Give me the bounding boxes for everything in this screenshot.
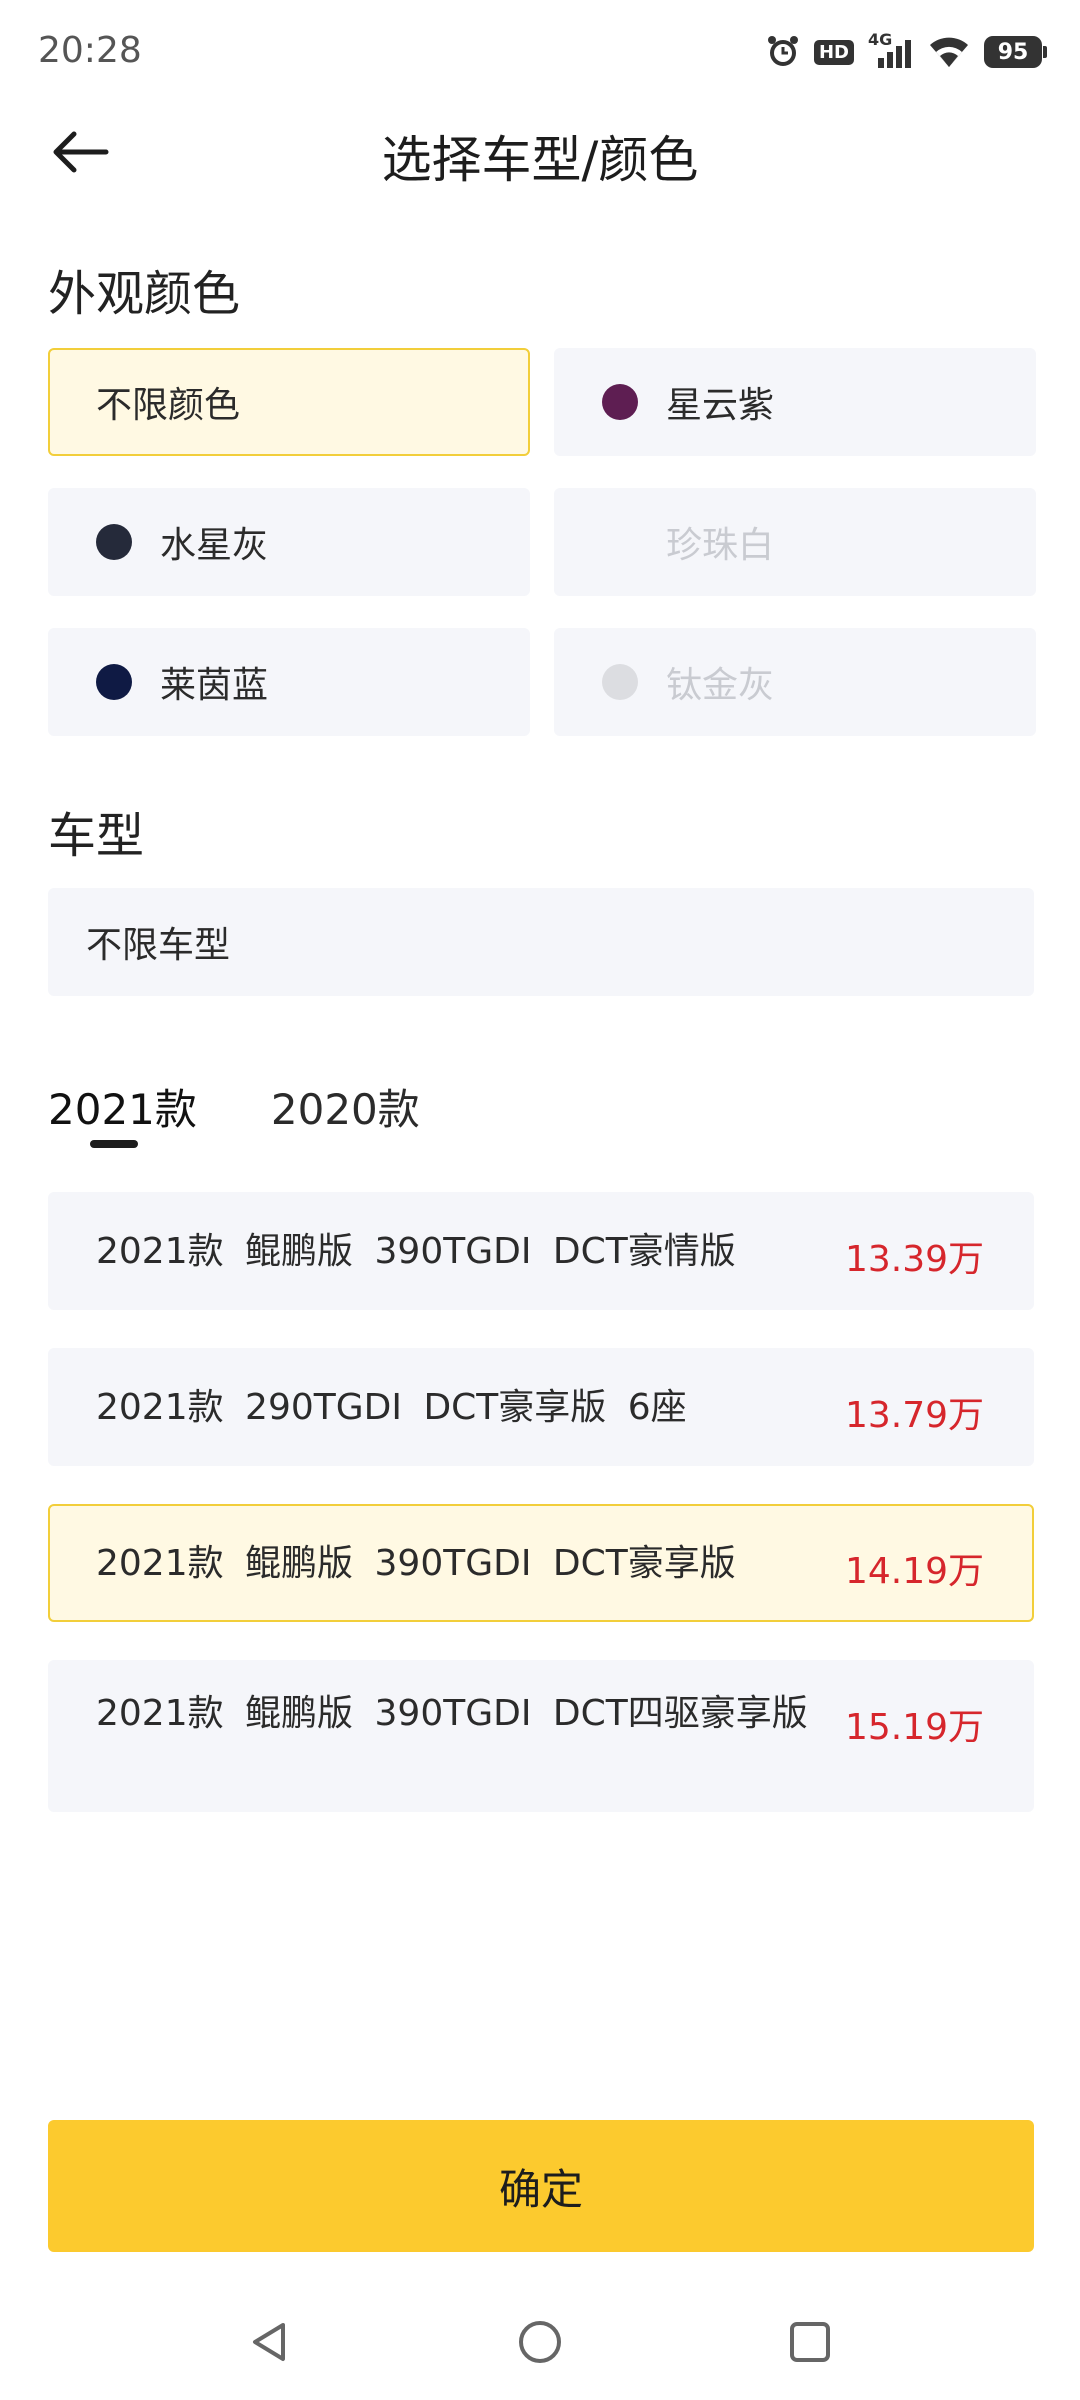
color-grid: 不限颜色 星云紫水星灰 珍珠白莱茵蓝 钛金灰	[48, 348, 1036, 736]
color-option-label: 不限颜色	[96, 385, 241, 426]
square-recents-icon	[790, 2322, 830, 2362]
system-nav-bar	[0, 2280, 1080, 2400]
nav-back-button[interactable]	[230, 2302, 310, 2382]
year-tab[interactable]: 2021款	[48, 1076, 197, 1156]
color-option-label: 莱茵蓝	[160, 665, 269, 706]
page-title: 选择车型/颜色	[381, 131, 699, 189]
trim-price: 15.19万	[844, 1707, 984, 1748]
color-swatch	[602, 384, 638, 420]
color-option[interactable]: 莱茵蓝	[48, 628, 530, 736]
battery-indicator: 95	[984, 36, 1047, 68]
trim-option[interactable]: 2021款 鲲鹏版 390TGDI DCT四驱豪享版 15.19万	[48, 1660, 1034, 1812]
year-tabs: 2021款 2020款	[48, 1076, 420, 1156]
color-option-label: 星云紫	[666, 385, 775, 426]
trim-name: 2021款 鲲鹏版 390TGDI DCT四驱豪享版	[96, 1693, 808, 1734]
status-time: 20:28	[38, 30, 142, 71]
header: 选择车型/颜色	[0, 96, 1080, 208]
status-icons: HD 4G 95	[766, 30, 1047, 74]
triangle-back-icon	[253, 2323, 285, 2361]
trim-option[interactable]: 2021款 鲲鹏版 390TGDI DCT豪享版 14.19万	[48, 1504, 1034, 1622]
trim-option[interactable]: 2021款 290TGDI DCT豪享版 6座 13.79万	[48, 1348, 1034, 1466]
hd-badge: HD	[813, 39, 854, 65]
trim-option[interactable]: 2021款 鲲鹏版 390TGDI DCT豪情版 13.39万	[48, 1192, 1034, 1310]
color-option-label: 珍珠白	[666, 525, 775, 566]
status-bar: 20:28 HD 4G 95	[0, 0, 1080, 96]
trim-price: 13.79万	[844, 1395, 984, 1436]
color-swatch	[96, 524, 132, 560]
color-option: 钛金灰	[554, 628, 1036, 736]
color-option-label: 水星灰	[160, 525, 269, 566]
color-option-label: 钛金灰	[666, 665, 775, 706]
trim-price: 14.19万	[844, 1551, 984, 1592]
model-title: 车型	[48, 808, 145, 864]
nav-home-button[interactable]	[500, 2302, 580, 2382]
color-option[interactable]: 不限颜色	[48, 348, 530, 456]
confirm-button[interactable]: 确定	[48, 2120, 1034, 2252]
confirm-label: 确定	[498, 2164, 583, 2214]
wifi-icon	[928, 35, 970, 69]
color-swatch	[602, 664, 638, 700]
any-model-label: 不限车型	[86, 925, 231, 966]
any-model-option[interactable]: 不限车型	[48, 888, 1034, 996]
color-option[interactable]: 星云紫	[554, 348, 1036, 456]
trim-name: 2021款 鲲鹏版 390TGDI DCT豪享版	[96, 1543, 736, 1584]
trim-name: 2021款 鲲鹏版 390TGDI DCT豪情版	[96, 1231, 736, 1272]
year-tab[interactable]: 2020款	[271, 1076, 420, 1156]
trim-price: 13.39万	[844, 1239, 984, 1280]
trim-name: 2021款 290TGDI DCT豪享版 6座	[96, 1387, 687, 1428]
nav-recents-button[interactable]	[770, 2302, 850, 2382]
circle-home-icon	[519, 2321, 561, 2363]
signal-bars-icon: 4G	[868, 30, 914, 70]
color-swatch	[602, 524, 638, 560]
color-option: 珍珠白	[554, 488, 1036, 596]
exterior-color-title: 外观颜色	[48, 266, 241, 322]
color-option[interactable]: 水星灰	[48, 488, 530, 596]
color-swatch	[96, 664, 132, 700]
alarm-icon	[766, 35, 800, 69]
